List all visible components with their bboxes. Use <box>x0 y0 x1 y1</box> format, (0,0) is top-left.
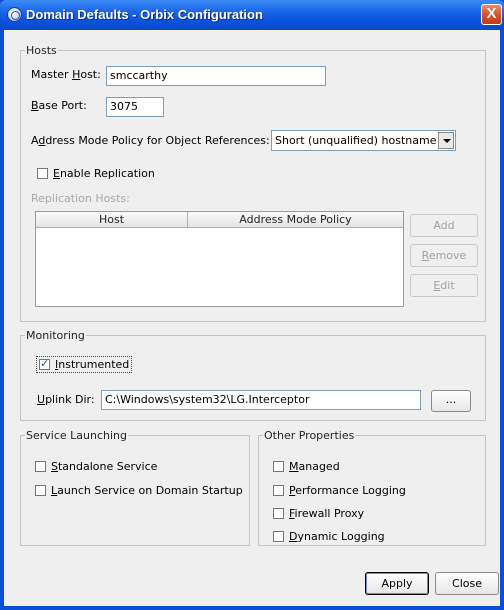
dialog-window: Domain Defaults - Orbix Configuration X … <box>0 0 504 610</box>
title-bar[interactable]: Domain Defaults - Orbix Configuration X <box>0 0 504 30</box>
address-mode-value: Short (unqualified) hostname <box>275 134 437 147</box>
checkbox-icon[interactable] <box>39 357 50 370</box>
other-properties-legend: Other Properties <box>263 429 356 442</box>
checkbox-icon[interactable] <box>273 508 284 519</box>
master-host-label: Master Host: <box>31 68 101 81</box>
hosts-panel: Hosts Master Host: smccarthy Base Port: … <box>20 44 486 322</box>
checkbox-icon[interactable] <box>37 168 48 179</box>
dialog-body: Hosts Master Host: smccarthy Base Port: … <box>4 30 500 606</box>
standalone-service-checkbox[interactable]: Standalone Service <box>35 460 157 473</box>
address-mode-label: Address Mode Policy for Object Reference… <box>31 134 270 147</box>
other-properties-panel: Other Properties Managed Performance Log… <box>258 429 486 546</box>
close-button[interactable]: Close <box>435 572 499 595</box>
add-button[interactable]: Add <box>410 214 478 237</box>
base-port-input[interactable]: 3075 <box>106 97 164 117</box>
replication-hosts-label: Replication Hosts: <box>31 192 130 205</box>
uplink-dir-label: Uplink Dir: <box>37 393 95 406</box>
master-host-input[interactable]: smccarthy <box>106 66 326 86</box>
checkbox-icon[interactable] <box>273 531 284 542</box>
monitoring-legend: Monitoring <box>25 329 86 342</box>
globe-icon <box>7 7 22 22</box>
dynamic-logging-checkbox[interactable]: Dynamic Logging <box>273 530 385 543</box>
performance-logging-checkbox[interactable]: Performance Logging <box>273 484 406 497</box>
window-title: Domain Defaults - Orbix Configuration <box>26 7 263 22</box>
hosts-legend: Hosts <box>25 44 58 57</box>
checkbox-icon[interactable] <box>35 485 46 496</box>
checkbox-icon[interactable] <box>273 485 284 496</box>
monitoring-panel: Monitoring Instrumented Uplink Dir: C:\W… <box>20 329 486 421</box>
close-window-button[interactable]: X <box>481 4 502 25</box>
base-port-label: Base Port: <box>31 99 87 112</box>
firewall-proxy-checkbox[interactable]: Firewall Proxy <box>273 507 364 520</box>
instrumented-checkbox[interactable]: Instrumented <box>35 356 133 373</box>
service-launching-panel: Service Launching Standalone Service Lau… <box>20 429 250 546</box>
browse-button[interactable]: ... <box>431 390 471 412</box>
column-header-address-mode-policy[interactable]: Address Mode Policy <box>188 212 403 228</box>
chevron-down-icon[interactable] <box>438 132 454 149</box>
enable-replication-checkbox[interactable]: Enable Replication <box>37 167 155 180</box>
remove-button[interactable]: Remove <box>410 244 478 267</box>
checkbox-icon[interactable] <box>35 461 46 472</box>
managed-checkbox[interactable]: Managed <box>273 460 340 473</box>
column-header-host[interactable]: Host <box>36 212 188 228</box>
launch-on-startup-checkbox[interactable]: Launch Service on Domain Startup <box>35 484 243 497</box>
apply-button[interactable]: Apply <box>365 572 429 595</box>
uplink-dir-input[interactable]: C:\Windows\system32\LG.Interceptor <box>101 390 421 410</box>
replication-hosts-table[interactable]: Host Address Mode Policy <box>35 211 404 307</box>
address-mode-select[interactable]: Short (unqualified) hostname <box>271 130 456 151</box>
edit-button[interactable]: Edit <box>410 274 478 297</box>
checkbox-icon[interactable] <box>273 461 284 472</box>
service-launching-legend: Service Launching <box>25 429 128 442</box>
